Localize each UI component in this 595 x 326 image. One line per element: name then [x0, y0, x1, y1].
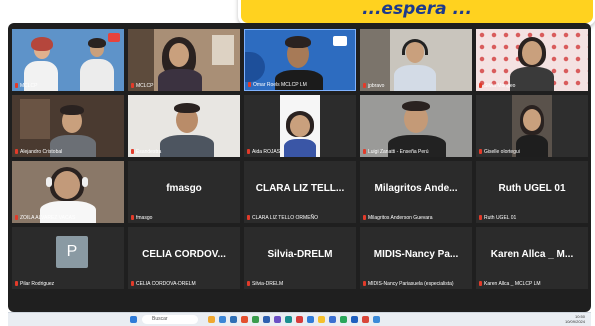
app-icon[interactable]	[373, 316, 380, 323]
mic-off-icon	[363, 281, 366, 287]
participant-name: Omar Roels MCLCP LM	[248, 82, 307, 88]
taskbar-search-input[interactable]: Buscar	[142, 315, 198, 324]
participant-display-name: Silvia-DRELM	[267, 249, 333, 260]
mic-off-icon	[247, 215, 250, 221]
participant-name: Silvia-DRELM	[247, 281, 283, 287]
participant-name: Milagritos Anderson Guevara	[363, 215, 432, 221]
mic-off-icon	[479, 281, 482, 287]
mic-off-icon	[479, 215, 482, 221]
app-icon[interactable]	[208, 316, 215, 323]
participant-tile[interactable]: MCLCP	[12, 29, 124, 91]
app-icon[interactable]	[219, 316, 226, 323]
mic-off-icon	[363, 215, 366, 221]
mic-off-icon	[131, 215, 134, 221]
avatar: P	[56, 236, 88, 268]
participant-name: Ruth UGEL 01	[479, 215, 516, 221]
participant-tile[interactable]: Milagritos Ande... Milagritos Anderson G…	[360, 161, 472, 223]
app-icon[interactable]	[296, 316, 303, 323]
video-grid: MCLCP MCLCP Omar Roels MCLCP LM jpbravo …	[8, 23, 591, 312]
participant-name: fmasgo	[131, 215, 152, 221]
participant-display-name: Ruth UGEL 01	[498, 183, 566, 194]
participant-tile[interactable]: Silvia-DRELM Silvia-DRELM	[244, 227, 356, 289]
windows-start-icon[interactable]	[130, 316, 137, 323]
mic-off-icon	[15, 149, 18, 155]
participant-tile[interactable]: Aida ROJAS	[244, 95, 356, 157]
participant-tile[interactable]: Giselle olortegui	[476, 95, 588, 157]
app-icon[interactable]	[241, 316, 248, 323]
app-icon[interactable]	[274, 316, 281, 323]
participant-tile[interactable]: fmasgo fmasgo	[128, 161, 240, 223]
mic-off-icon	[131, 281, 134, 287]
participant-name: CLARA LIZ TELLO ORMEÑO	[247, 215, 318, 221]
participant-name: Pilar Rodriguez	[15, 281, 54, 287]
participant-name: MCLCP	[131, 83, 154, 89]
app-icon[interactable]	[285, 316, 292, 323]
app-icon[interactable]	[362, 316, 369, 323]
participant-name: MCLCP	[15, 83, 38, 89]
participant-name: Silvia Mongeo	[479, 83, 515, 89]
participant-display-name: Karen Allca _ M...	[490, 249, 574, 260]
mic-off-icon	[248, 82, 251, 88]
participant-name: Giselle olortegui	[479, 149, 520, 155]
participant-name: Luigi Zanatti - Enseña Perú	[363, 149, 429, 155]
app-icon[interactable]	[318, 316, 325, 323]
app-icon[interactable]	[263, 316, 270, 323]
mic-off-icon	[363, 149, 366, 155]
system-clock[interactable]: 10:50 10/09/2024	[565, 314, 585, 324]
app-icon[interactable]	[230, 316, 237, 323]
participant-tile-active-speaker[interactable]: Omar Roels MCLCP LM	[244, 29, 356, 91]
participant-name: CELIA CORDOVA-DRELM	[131, 281, 196, 287]
participant-name: MIDIS-Nancy Pariasuela (especialista)	[363, 281, 454, 287]
participant-tile[interactable]: MIDIS-Nancy Pa... MIDIS-Nancy Pariasuela…	[360, 227, 472, 289]
mic-off-icon	[479, 83, 482, 89]
participant-name: ZOILA ALVAREZ VACAS	[15, 215, 75, 221]
participant-tile[interactable]: Silvia Mongeo	[476, 29, 588, 91]
mic-off-icon	[15, 215, 18, 221]
mic-off-icon	[247, 149, 250, 155]
app-icon[interactable]	[252, 316, 259, 323]
participant-tile[interactable]: Ruth UGEL 01 Ruth UGEL 01	[476, 161, 588, 223]
participant-name: Aida ROJAS	[247, 149, 280, 155]
app-icon[interactable]	[329, 316, 336, 323]
participant-tile[interactable]: CELIA CORDOV... CELIA CORDOVA-DRELM	[128, 227, 240, 289]
participant-display-name: CLARA LIZ TELL...	[255, 183, 345, 194]
mic-off-icon	[131, 83, 134, 89]
participant-tile[interactable]: MCLCP	[128, 29, 240, 91]
app-icon[interactable]	[351, 316, 358, 323]
mic-off-icon	[131, 149, 134, 155]
participant-tile[interactable]: P Pilar Rodriguez	[12, 227, 124, 289]
mic-off-icon	[247, 281, 250, 287]
participant-tile[interactable]: Karen Allca _ M... Karen Allca _ MCLCP L…	[476, 227, 588, 289]
app-icon[interactable]	[340, 316, 347, 323]
participant-display-name: fmasgo	[166, 183, 202, 194]
participant-tile[interactable]: ZOILA ALVAREZ VACAS	[12, 161, 124, 223]
participant-tile[interactable]: CLARA LIZ TELL... CLARA LIZ TELLO ORMEÑO	[244, 161, 356, 223]
participant-tile[interactable]: Esandestra	[128, 95, 240, 157]
participant-name: Esandestra	[131, 149, 161, 155]
participant-tile[interactable]: jpbravo	[360, 29, 472, 91]
participant-name: Alejandro Cristobal	[15, 149, 62, 155]
participant-tile[interactable]: Luigi Zanatti - Enseña Perú	[360, 95, 472, 157]
mic-off-icon	[15, 83, 18, 89]
app-icon[interactable]	[307, 316, 314, 323]
participant-display-name: Milagritos Ande...	[374, 183, 458, 194]
participant-display-name: MIDIS-Nancy Pa...	[373, 249, 459, 260]
mic-off-icon	[363, 83, 366, 89]
participant-name: jpbravo	[363, 83, 384, 89]
mic-off-icon	[15, 281, 18, 287]
mic-off-icon	[479, 149, 482, 155]
participant-display-name: CELIA CORDOV...	[142, 249, 226, 260]
taskbar: Buscar 10:50 10/09/2024	[8, 312, 591, 326]
participant-tile[interactable]: Alejandro Cristobal	[12, 95, 124, 157]
participant-name: Karen Allca _ MCLCP LM	[479, 281, 541, 287]
